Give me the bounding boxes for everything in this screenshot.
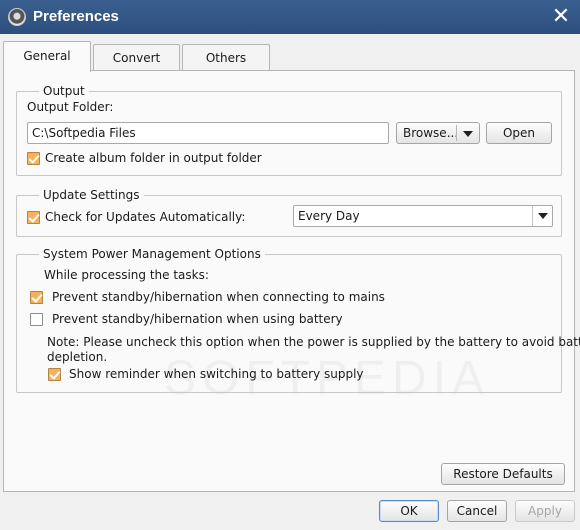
update-settings-legend: Update Settings xyxy=(39,187,144,203)
tab-general[interactable]: General xyxy=(3,41,91,72)
close-icon[interactable]: ✕ xyxy=(548,4,574,30)
output-legend: Output xyxy=(39,83,89,99)
prevent-mains-checkbox[interactable] xyxy=(30,291,43,304)
check-updates-checkbox[interactable] xyxy=(27,211,40,224)
check-updates-label: Check for Updates Automatically: xyxy=(45,210,246,224)
tab-bar: General Convert Others xyxy=(3,41,577,72)
prevent-battery-checkbox[interactable] xyxy=(30,313,43,326)
battery-note-line2: depletion. xyxy=(47,350,108,364)
open-button[interactable]: Open xyxy=(486,122,552,144)
create-album-checkbox[interactable] xyxy=(27,152,40,165)
cancel-button[interactable]: Cancel xyxy=(447,500,507,522)
create-album-label: Create album folder in output folder xyxy=(45,151,262,165)
power-management-group: System Power Management Options While pr… xyxy=(16,246,580,393)
speaker-icon xyxy=(8,8,26,26)
update-frequency-select[interactable]: Every Day xyxy=(293,205,553,227)
update-settings-group: Update Settings Check for Updates Automa… xyxy=(16,187,562,237)
output-group: Output Output Folder: C:\Softpedia Files… xyxy=(16,83,562,176)
browse-divider xyxy=(456,125,457,141)
tab-convert[interactable]: Convert xyxy=(93,44,180,71)
browse-button[interactable]: Browse... xyxy=(396,122,480,144)
title-bar: Preferences ✕ xyxy=(0,0,580,34)
chevron-down-icon[interactable] xyxy=(463,131,473,137)
window-title: Preferences xyxy=(33,8,119,25)
restore-defaults-button[interactable]: Restore Defaults xyxy=(441,463,565,485)
battery-reminder-checkbox[interactable] xyxy=(48,368,61,381)
output-folder-input[interactable]: C:\Softpedia Files xyxy=(27,122,389,144)
update-frequency-dropdown[interactable] xyxy=(532,206,552,226)
tab-others[interactable]: Others xyxy=(182,44,270,71)
power-management-legend: System Power Management Options xyxy=(39,246,265,262)
output-folder-label: Output Folder: xyxy=(27,100,114,114)
while-processing-label: While processing the tasks: xyxy=(44,268,209,282)
update-frequency-value: Every Day xyxy=(298,209,360,223)
prevent-battery-label: Prevent standby/hibernation when using b… xyxy=(52,312,343,326)
battery-note-line1: Note: Please uncheck this option when th… xyxy=(47,335,580,349)
ok-button[interactable]: OK xyxy=(379,500,439,522)
apply-button[interactable]: Apply xyxy=(515,500,575,522)
battery-reminder-label: Show reminder when switching to battery … xyxy=(69,367,364,381)
prevent-mains-label: Prevent standby/hibernation when connect… xyxy=(52,290,385,304)
general-panel: SOFTPEDIA Output Output Folder: C:\Softp… xyxy=(3,70,580,492)
chevron-down-icon xyxy=(538,213,548,219)
browse-label: Browse... xyxy=(403,126,459,140)
